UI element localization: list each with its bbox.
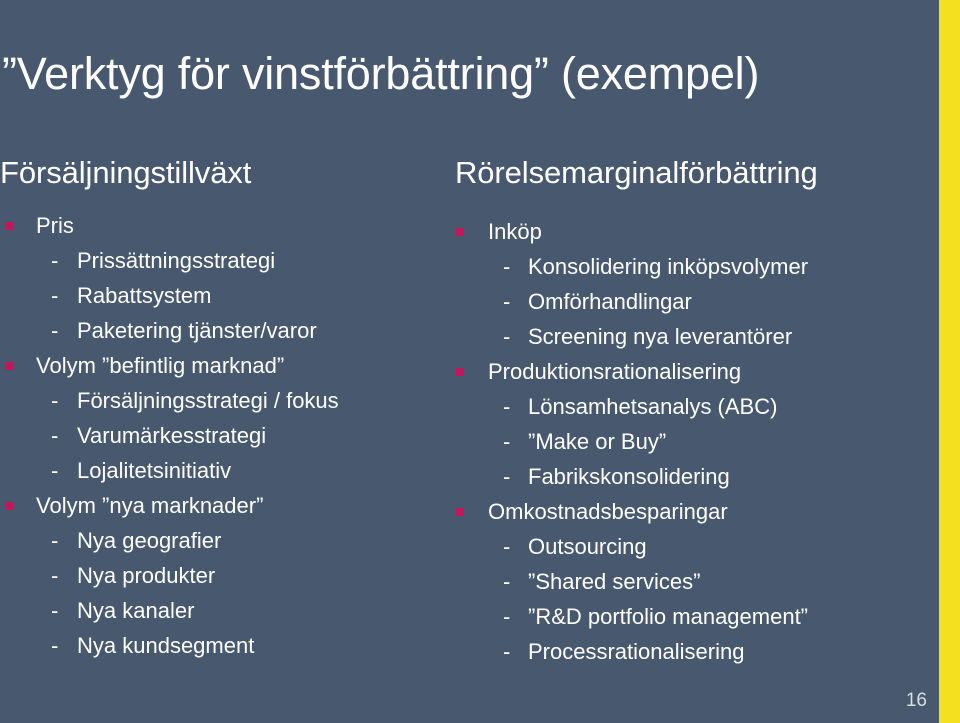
sub-bullet-item: - Nya kundsegment bbox=[0, 628, 440, 663]
dash-bullet-icon: - bbox=[503, 534, 511, 559]
dash-bullet-icon: - bbox=[503, 289, 511, 314]
bullet-item: Inköp bbox=[455, 214, 925, 249]
bullet-item-label: Volym ”nya marknader” bbox=[36, 493, 264, 518]
sub-bullet-item: - Varumärkesstrategi bbox=[0, 418, 440, 453]
bullet-item-label: ”Make or Buy” bbox=[528, 429, 667, 454]
column-heading-left: Försäljningstillväxt bbox=[0, 155, 252, 190]
square-bullet-icon bbox=[456, 368, 464, 376]
accent-stripe bbox=[939, 0, 960, 723]
bullet-item-label: Omkostnadsbesparingar bbox=[488, 499, 728, 524]
bullet-item-label: Lojalitetsinitiativ bbox=[77, 458, 232, 483]
sub-bullet-item: - Processrationalisering bbox=[455, 634, 925, 669]
dash-bullet-icon: - bbox=[503, 604, 511, 629]
bullet-item-label: Fabrikskonsolidering bbox=[528, 464, 730, 489]
bullet-item-label: Screening nya leverantörer bbox=[528, 324, 793, 349]
dash-bullet-icon: - bbox=[51, 423, 59, 448]
dash-bullet-icon: - bbox=[51, 318, 59, 343]
bullet-item-label: Paketering tjänster/varor bbox=[77, 318, 317, 343]
bullet-item-label: Nya kundsegment bbox=[77, 633, 255, 658]
page-title: ”Verktyg för vinstförbättring” (exempel) bbox=[2, 48, 760, 99]
bullet-item-label: Nya kanaler bbox=[77, 598, 195, 623]
bullet-item-label: Rabattsystem bbox=[77, 283, 212, 308]
sub-bullet-item: - Prissättningsstrategi bbox=[0, 243, 440, 278]
sub-bullet-item: - Screening nya leverantörer bbox=[455, 319, 925, 354]
dash-bullet-icon: - bbox=[503, 324, 511, 349]
bullet-item-label: Produktionsrationalisering bbox=[488, 359, 742, 384]
bullet-item-label: Outsourcing bbox=[528, 534, 647, 559]
dash-bullet-icon: - bbox=[51, 563, 59, 588]
bullet-item: Omkostnadsbesparingar bbox=[455, 494, 925, 529]
slide-number: 16 bbox=[905, 690, 927, 711]
sub-bullet-item: - Nya geografier bbox=[0, 523, 440, 558]
bullet-item-label: Varumärkesstrategi bbox=[77, 423, 267, 448]
bullet-item-label: Lönsamhetsanalys (ABC) bbox=[528, 394, 778, 419]
presentation-slide: ”Verktyg för vinstförbättring” (exempel)… bbox=[0, 0, 960, 723]
sub-bullet-item: - Paketering tjänster/varor bbox=[0, 313, 440, 348]
dash-bullet-icon: - bbox=[503, 639, 511, 664]
dash-bullet-icon: - bbox=[503, 254, 511, 279]
dash-bullet-icon: - bbox=[503, 429, 511, 454]
bullet-item-label: Volym ”befintlig marknad” bbox=[36, 353, 285, 378]
square-bullet-icon bbox=[456, 228, 464, 236]
sub-bullet-item: - Försäljningsstrategi / fokus bbox=[0, 383, 440, 418]
column-margin-improvement: Rörelsemarginalförbättring Inköp - Konsoli… bbox=[455, 152, 925, 669]
square-bullet-icon bbox=[6, 222, 14, 230]
bullet-list-left: Pris - Prissättningsstrategi - Rabattsystem -… bbox=[0, 208, 440, 663]
dash-bullet-icon: - bbox=[51, 283, 59, 308]
bullet-item-label: ”R&D portfolio management” bbox=[528, 604, 809, 629]
sub-bullet-item: - Omförhandlingar bbox=[455, 284, 925, 319]
sub-bullet-item: - Nya produkter bbox=[0, 558, 440, 593]
bullet-item: Volym ”befintlig marknad” bbox=[0, 348, 440, 383]
dash-bullet-icon: - bbox=[51, 458, 59, 483]
dash-bullet-icon: - bbox=[503, 394, 511, 419]
dash-bullet-icon: - bbox=[51, 528, 59, 553]
bullet-item-label: Försäljningsstrategi / fokus bbox=[77, 388, 339, 413]
dash-bullet-icon: - bbox=[51, 388, 59, 413]
sub-bullet-item: - Fabrikskonsolidering bbox=[455, 459, 925, 494]
column-heading-right: Rörelsemarginalförbättring bbox=[455, 155, 818, 190]
sub-bullet-item: - Outsourcing bbox=[455, 529, 925, 564]
bullet-item-label: Prissättningsstrategi bbox=[77, 248, 276, 273]
bullet-item-label: Omförhandlingar bbox=[528, 289, 692, 314]
sub-bullet-item: - Lojalitetsinitiativ bbox=[0, 453, 440, 488]
dash-bullet-icon: - bbox=[503, 464, 511, 489]
bullet-item-label: Nya geografier bbox=[77, 528, 222, 553]
square-bullet-icon bbox=[6, 502, 14, 510]
sub-bullet-item: - ”R&D portfolio management” bbox=[455, 599, 925, 634]
bullet-item-label: Konsolidering inköpsvolymer bbox=[528, 254, 809, 279]
bullet-item: Volym ”nya marknader” bbox=[0, 488, 440, 523]
sub-bullet-item: - ”Shared services” bbox=[455, 564, 925, 599]
bullet-item-label: Processrationalisering bbox=[528, 639, 745, 664]
sub-bullet-item: - Rabattsystem bbox=[0, 278, 440, 313]
bullet-item-label: ”Shared services” bbox=[528, 569, 701, 594]
bullet-item-label: Inköp bbox=[488, 219, 542, 244]
sub-bullet-item: - Lönsamhetsanalys (ABC) bbox=[455, 389, 925, 424]
square-bullet-icon bbox=[6, 362, 14, 370]
dash-bullet-icon: - bbox=[51, 598, 59, 623]
dash-bullet-icon: - bbox=[51, 248, 59, 273]
bullet-item: Pris bbox=[0, 208, 440, 243]
dash-bullet-icon: - bbox=[51, 633, 59, 658]
sub-bullet-item: - Nya kanaler bbox=[0, 593, 440, 628]
bullet-item: Produktionsrationalisering bbox=[455, 354, 925, 389]
bullet-item-label: Pris bbox=[36, 213, 74, 238]
dash-bullet-icon: - bbox=[503, 569, 511, 594]
column-sales-growth: Försäljningstillväxt Pris - Prissättningss… bbox=[0, 152, 440, 663]
square-bullet-icon bbox=[456, 508, 464, 516]
bullet-list-right: Inköp - Konsolidering inköpsvolymer - Omförh… bbox=[455, 214, 925, 669]
sub-bullet-item: - ”Make or Buy” bbox=[455, 424, 925, 459]
sub-bullet-item: - Konsolidering inköpsvolymer bbox=[455, 249, 925, 284]
bullet-item-label: Nya produkter bbox=[77, 563, 216, 588]
